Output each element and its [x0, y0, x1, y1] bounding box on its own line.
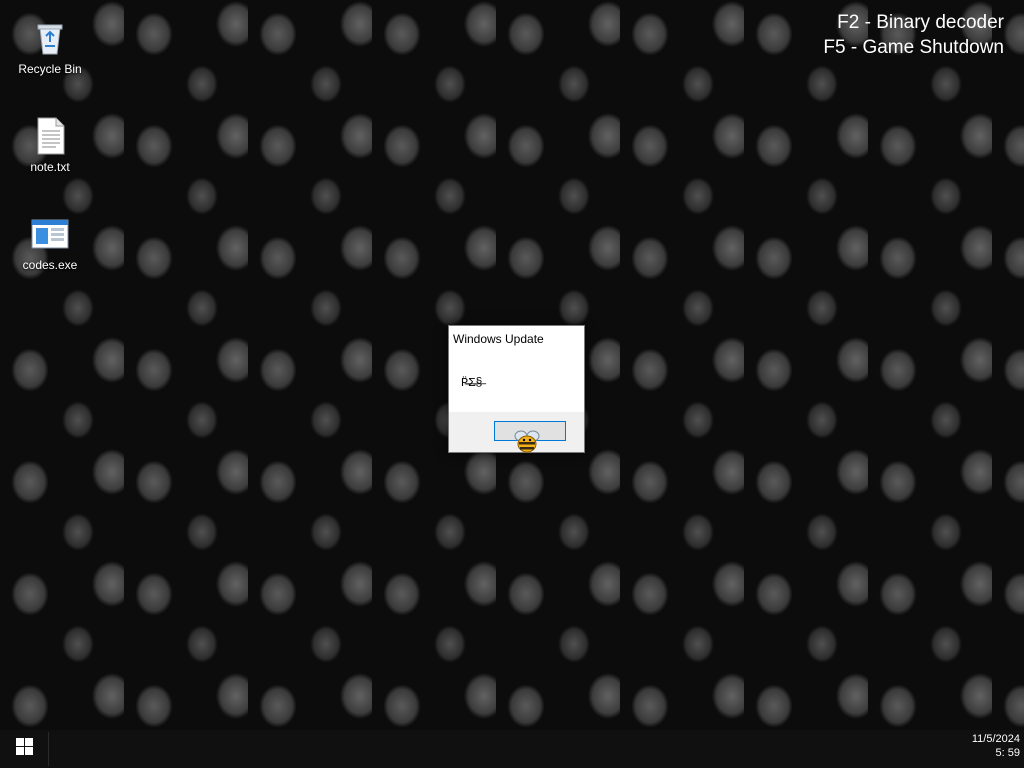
start-button[interactable]: [0, 730, 48, 768]
desktop-icon-label: codes.exe: [22, 258, 78, 272]
keyboard-hint: F2 - Binary decoder F5 - Game Shutdown: [823, 10, 1004, 60]
windows-logo-icon: [15, 738, 33, 760]
dialog-footer: [449, 412, 584, 453]
desktop-icon-codes-exe[interactable]: codes.exe: [12, 214, 88, 272]
executable-icon: [30, 214, 70, 254]
desktop-icon-label: note.txt: [30, 160, 70, 174]
bee-icon: [513, 428, 541, 456]
desktop-icon-label: Recycle Bin: [18, 62, 82, 76]
hint-game-shutdown: F5 - Game Shutdown: [823, 37, 1004, 58]
desktop-icon-recycle-bin[interactable]: Recycle Bin: [12, 18, 88, 76]
desktop-icon-note-txt[interactable]: note.txt: [12, 116, 88, 174]
hint-binary-decoder: F2 - Binary decoder: [837, 12, 1004, 33]
clock-time: 5: 59: [995, 747, 1020, 759]
system-clock[interactable]: 11/5/2024 5: 59: [960, 732, 1020, 760]
recycle-bin-icon: [30, 18, 70, 58]
clock-date: 11/5/2024: [971, 733, 1020, 745]
dialog-message: P̵̶̶̈Σ̵̶§̶: [461, 376, 483, 390]
windows-update-dialog: Windows Update P̵̶̶̈Σ̵̶§̶: [448, 325, 585, 453]
taskbar-separator: [48, 732, 49, 766]
dialog-title: Windows Update: [453, 332, 544, 346]
taskbar: 11/5/2024 5: 59: [0, 730, 1024, 768]
desktop: F2 - Binary decoder F5 - Game Shutdown R…: [0, 0, 1024, 730]
text-file-icon: [30, 116, 70, 156]
